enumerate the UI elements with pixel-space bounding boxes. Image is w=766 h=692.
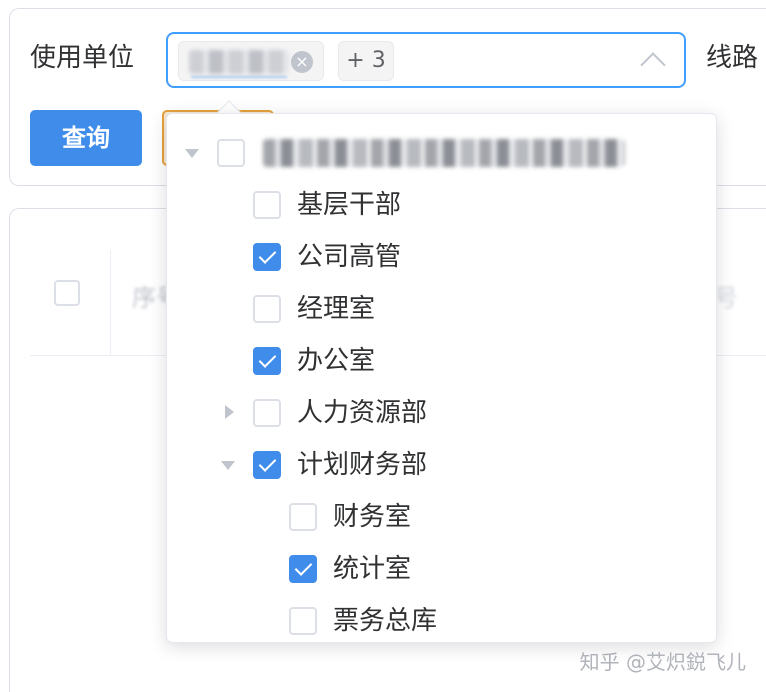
more-tags-badge: + 3 (338, 41, 394, 81)
tree-node[interactable]: 计划财务部 (167, 439, 716, 491)
tree-select-dropdown: 基层干部 公司高管 经理室 办公室 人力资源部 计划财务部 财务室 统计室 票务… (166, 113, 717, 643)
tree-node-label: 公司高管 (297, 242, 402, 272)
blurred-tag-text (189, 50, 289, 74)
tree-checkbox[interactable] (253, 191, 281, 219)
unit-multiselect[interactable]: × + 3 (166, 32, 686, 88)
tree-node[interactable]: 人力资源部 (167, 387, 716, 439)
tree-checkbox-checked[interactable] (253, 243, 281, 271)
tree-node-label: 统计室 (333, 554, 412, 584)
tree-node-label: 财务室 (333, 502, 412, 532)
tree-checkbox-checked[interactable] (253, 347, 281, 375)
tree-node-root[interactable] (167, 127, 716, 179)
tree-node-label: 办公室 (297, 346, 376, 376)
tree-checkbox-checked[interactable] (289, 555, 317, 583)
tree-checkbox-checked[interactable] (253, 451, 281, 479)
tree-node[interactable]: 票务总库 (167, 595, 716, 642)
tree-node[interactable]: 统计室 (167, 543, 716, 595)
select-all-checkbox[interactable] (54, 280, 80, 306)
watermark: 知乎 @艾炽鋭飞儿 (579, 650, 746, 674)
tree-node[interactable]: 办公室 (167, 335, 716, 387)
tree-node-label: 经理室 (297, 294, 376, 324)
caret-down-icon[interactable] (221, 461, 235, 470)
tree-node[interactable]: 公司高管 (167, 231, 716, 283)
tree-node-label: 计划财务部 (297, 450, 428, 480)
tree-node-label: 基层干部 (297, 190, 402, 220)
tree-node[interactable]: 经理室 (167, 283, 716, 335)
column-divider (110, 250, 111, 356)
blurred-root-label (263, 139, 625, 167)
tree-checkbox[interactable] (289, 503, 317, 531)
selected-unit-tag: × (178, 41, 324, 81)
tree-checkbox[interactable] (253, 295, 281, 323)
tree-checkbox[interactable] (217, 139, 245, 167)
tag-underline (191, 76, 287, 78)
caret-right-icon[interactable] (225, 405, 234, 419)
tree-node[interactable]: 财务室 (167, 491, 716, 543)
tree-checkbox[interactable] (253, 399, 281, 427)
caret-down-icon[interactable] (185, 149, 199, 158)
column-header-right: 号 (714, 284, 738, 312)
tree-node-label: 票务总库 (333, 606, 438, 636)
tree-node-label: 人力资源部 (297, 398, 428, 428)
chevron-up-icon[interactable] (640, 52, 666, 78)
unit-label: 使用单位 (30, 43, 135, 73)
tag-close-icon[interactable]: × (291, 51, 313, 73)
query-button[interactable]: 查询 (30, 110, 142, 166)
tree-node[interactable]: 基层干部 (167, 179, 716, 231)
tree-checkbox[interactable] (289, 607, 317, 635)
line-label: 线路 (706, 43, 759, 73)
